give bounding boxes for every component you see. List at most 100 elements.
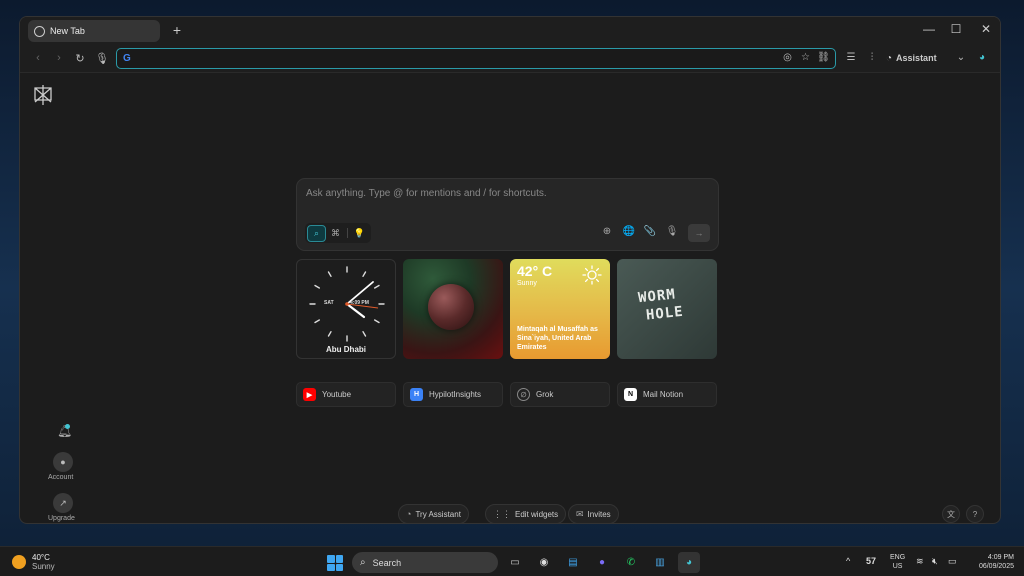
- search-box[interactable]: Ask anything. Type @ for mentions and / …: [296, 178, 719, 251]
- notion-icon: N: [624, 388, 637, 401]
- shortcut-hypilotinsights[interactable]: H HypilotInsights: [403, 382, 503, 407]
- help-icon[interactable]: ?: [966, 505, 984, 523]
- mail-icon: ✉: [576, 508, 584, 519]
- tab-title: New Tab: [50, 26, 85, 36]
- reload-icon[interactable]: ↻: [73, 52, 87, 65]
- tray-count[interactable]: 57: [866, 556, 876, 566]
- canva-app-icon[interactable]: ●: [591, 552, 613, 573]
- audio-wave-icon[interactable]: ⫶: [865, 52, 879, 63]
- reading-list-icon[interactable]: ☰: [844, 52, 858, 63]
- research-mode-icon[interactable]: ⌘: [326, 225, 345, 242]
- forward-icon[interactable]: ›: [52, 52, 66, 64]
- invites-label: Invites: [587, 509, 611, 519]
- taskbar-weather-temp: 40°C: [32, 553, 50, 562]
- planet-image: [428, 284, 474, 330]
- file-explorer-icon[interactable]: ▤: [562, 552, 584, 573]
- clock-city: Abu Dhabi: [326, 345, 366, 354]
- taskbar-weather-condition: Sunny: [32, 562, 55, 571]
- grok-icon: ∅: [517, 388, 530, 401]
- account-avatar-icon[interactable]: ●: [53, 452, 73, 472]
- clock-widget[interactable]: SAT 4:09 PM Abu Dhabi: [296, 259, 396, 359]
- weather-widget[interactable]: 42° C Sunny Mintaqah al Musaffah as Sina…: [510, 259, 610, 359]
- upgrade-label: Upgrade: [48, 515, 75, 522]
- attach-icon[interactable]: 📎: [643, 226, 657, 237]
- title-bar: New Tab + — ☐ ✕: [20, 17, 1000, 45]
- focus-globe-icon[interactable]: ⊕: [600, 226, 614, 237]
- youtube-icon: ▶: [303, 388, 316, 401]
- assistant-icon: ◔: [886, 52, 893, 64]
- shortcut-label: Mail Notion: [643, 390, 684, 399]
- browser-window: New Tab + — ☐ ✕ ‹ › ↻ 🎙 G ◎ ☆ ⛓ ☰ ⫶ ◔ As…: [19, 16, 1001, 524]
- shortcut-label: Grok: [536, 390, 554, 399]
- assistant-label: Assistant: [896, 53, 937, 63]
- planet-image-widget[interactable]: [403, 259, 503, 359]
- whatsapp-app-icon[interactable]: ✆: [620, 552, 642, 573]
- search-placeholder: Ask anything. Type @ for mentions and / …: [306, 188, 547, 199]
- wormhole-image-widget[interactable]: WORM HOLE: [617, 259, 717, 359]
- task-view-icon[interactable]: ▭: [504, 552, 526, 573]
- microphone-icon[interactable]: 🎙: [95, 52, 109, 65]
- close-icon[interactable]: ✕: [977, 22, 995, 36]
- web-icon[interactable]: 🌐: [622, 226, 636, 237]
- sun-icon: [582, 265, 602, 285]
- maximize-icon[interactable]: ☐: [947, 22, 965, 36]
- address-input[interactable]: [137, 51, 777, 66]
- wormhole-line-2: HOLE: [645, 303, 685, 324]
- search-icon: ⌕: [360, 557, 366, 568]
- assistant-button[interactable]: ◔ Assistant: [886, 50, 937, 66]
- send-button[interactable]: →: [688, 224, 710, 242]
- bookmark-star-icon[interactable]: ☆: [799, 52, 812, 63]
- system-time: 4:09 PM: [987, 554, 1014, 561]
- shortcut-label: Youtube: [322, 390, 352, 399]
- new-tab-button[interactable]: +: [168, 22, 186, 38]
- search-mode-selector: ⌕ ⌘ 💡: [305, 223, 371, 243]
- try-assistant-label: Try Assistant: [415, 509, 461, 519]
- system-date: 06/09/2025: [978, 563, 1014, 570]
- minimize-icon[interactable]: —: [920, 22, 938, 36]
- tab-favicon-icon: [34, 25, 45, 37]
- try-assistant-button[interactable]: ◔ Try Assistant: [398, 504, 469, 523]
- account-label: Account: [48, 474, 74, 481]
- back-icon[interactable]: ‹: [31, 52, 45, 64]
- grid-icon: ⋮⋮: [493, 508, 511, 519]
- search-mode-icon[interactable]: ⌕: [307, 224, 326, 242]
- sun-icon: [12, 555, 26, 569]
- chevron-up-icon[interactable]: ^: [846, 556, 850, 566]
- shortcut-label: HypilotInsights: [429, 390, 482, 399]
- taskbar-search[interactable]: ⌕ Search: [352, 552, 498, 573]
- translate-icon[interactable]: 文: [942, 505, 960, 523]
- voice-icon[interactable]: 🎙: [665, 226, 679, 237]
- taskbar-weather[interactable]: 40°C Sunny: [12, 553, 55, 571]
- clock-face-icon: [309, 266, 385, 342]
- taskbar: 40°C Sunny ⌕ Search ▭ ◉ ▤ ● ✆ ▥ ◕ ^ 57 E…: [0, 546, 1024, 576]
- windows-start-icon[interactable]: [327, 555, 343, 571]
- language-indicator[interactable]: ENG US: [890, 553, 905, 571]
- shortcut-youtube[interactable]: ▶ Youtube: [296, 382, 396, 407]
- tab-new-tab[interactable]: New Tab: [28, 20, 160, 42]
- clock-day: SAT: [324, 300, 334, 306]
- lang-top: ENG: [890, 554, 906, 561]
- toolbar: ‹ › ↻ 🎙 G ◎ ☆ ⛓ ☰ ⫶ ◔ Assistant ⌄ ◕: [20, 45, 1000, 73]
- edit-widgets-label: Edit widgets: [515, 509, 559, 519]
- labs-mode-icon[interactable]: 💡: [350, 225, 369, 242]
- address-bar[interactable]: G ◎ ☆ ⛓: [116, 48, 836, 69]
- shortcut-grok[interactable]: ∅ Grok: [510, 382, 610, 407]
- shortcut-mail-notion[interactable]: N Mail Notion: [617, 382, 717, 407]
- lang-bottom: US: [892, 563, 903, 570]
- lens-icon[interactable]: ◎: [781, 52, 794, 63]
- speaker-muted-icon[interactable]: 🔇︎: [932, 556, 938, 567]
- comet-browser-app-icon[interactable]: ◕: [678, 552, 700, 573]
- notepad-app-icon[interactable]: ▥: [649, 552, 671, 573]
- weather-location: Mintaqah al Musaffah as Sina`iyah, Unite…: [517, 326, 598, 351]
- wifi-icon[interactable]: ≋: [916, 556, 924, 567]
- chrome-app-icon[interactable]: ◉: [533, 552, 555, 573]
- edit-widgets-button[interactable]: ⋮⋮ Edit widgets: [485, 504, 567, 523]
- perplexity-logo-icon: [34, 85, 52, 105]
- invites-button[interactable]: ✉ Invites: [568, 504, 619, 523]
- link-icon[interactable]: ⛓: [817, 52, 830, 63]
- upgrade-arrow-icon[interactable]: ↗: [53, 493, 73, 513]
- system-clock[interactable]: 4:09 PM 06/09/2025: [944, 553, 1014, 571]
- profile-icon[interactable]: ◕: [975, 52, 989, 63]
- clock-digital-time: 4:09 PM: [350, 300, 369, 306]
- chevron-down-icon[interactable]: ⌄: [954, 52, 968, 63]
